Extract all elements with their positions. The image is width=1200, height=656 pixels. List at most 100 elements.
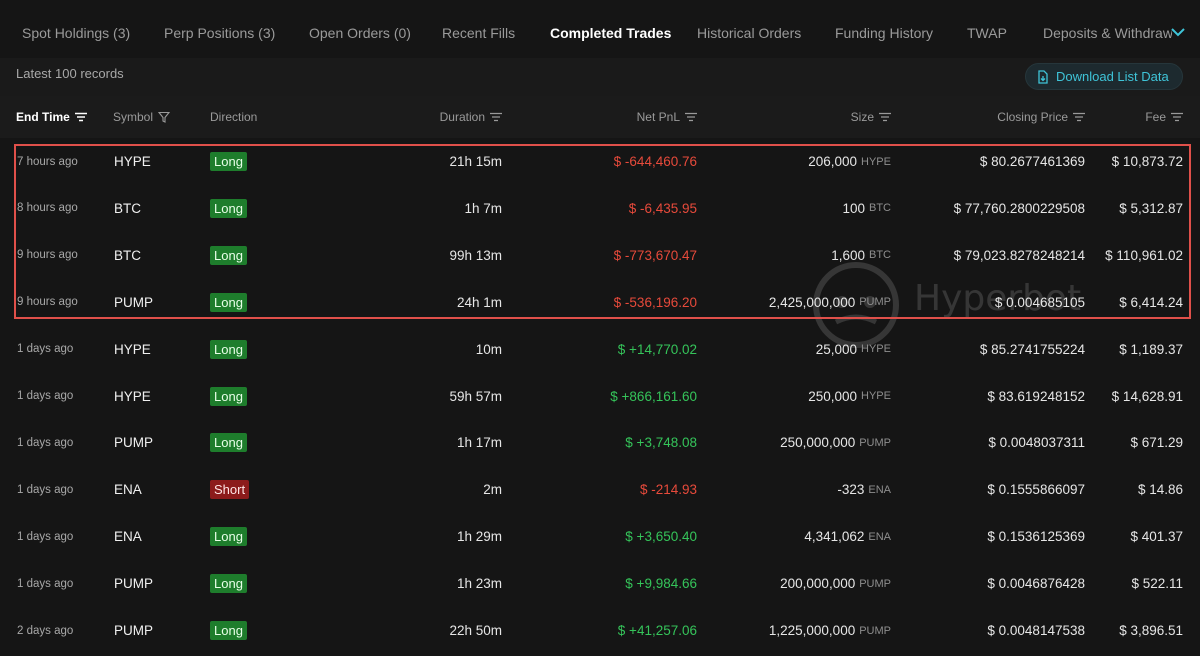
table-row[interactable]: 7 hours ago HYPE Long 21h 15m $ -644,460.76 2… — [0, 138, 1200, 185]
fee-cell: $ 522.11 — [1131, 576, 1183, 592]
tab-twap[interactable]: TWAP — [967, 25, 1007, 41]
column-symbol[interactable]: Symbol — [113, 110, 171, 124]
table-row[interactable]: 1 days ago HYPE Long 59h 57m $ +866,161.60 25… — [0, 373, 1200, 420]
table-row[interactable]: 1 days ago ENA Long 1h 29m $ +3,650.40 4,341,… — [0, 513, 1200, 560]
column-size-label: Size — [850, 110, 874, 124]
table-toolbar: Latest 100 records Download List Data — [0, 58, 1200, 96]
size-unit: PUMP — [859, 436, 891, 449]
fee-cell: $ 671.29 — [1130, 435, 1183, 451]
table-row[interactable]: 2 days ago PUMP Long 22h 50m $ +41,257.06 1,2… — [0, 607, 1200, 654]
download-list-label: Download List Data — [1056, 69, 1169, 84]
table-header: End Time Symbol Direction Duration Net P… — [0, 96, 1200, 138]
sort-icon — [74, 112, 87, 122]
end-time-cell: 7 hours ago — [17, 155, 78, 168]
download-list-button[interactable]: Download List Data — [1025, 63, 1183, 90]
tab-funding-history[interactable]: Funding History — [835, 25, 933, 41]
column-size[interactable]: Size — [851, 110, 891, 124]
end-time-cell: 1 days ago — [17, 530, 74, 543]
column-duration[interactable]: Duration — [440, 110, 502, 124]
symbol-cell[interactable]: PUMP — [114, 560, 153, 607]
symbol-cell[interactable]: PUMP — [114, 279, 153, 326]
direction-cell: Short — [210, 466, 250, 513]
column-end-time-label: End Time — [16, 110, 70, 124]
size-value: 1,225,000,000 — [768, 623, 856, 638]
records-count-label: Latest 100 records — [16, 66, 124, 81]
column-closing-price[interactable]: Closing Price — [997, 110, 1085, 124]
net-pnl-cell: $ +9,984.66 — [625, 576, 697, 592]
duration-cell: 1h 29m — [456, 529, 502, 545]
net-pnl-cell: $ -214.93 — [639, 482, 697, 498]
column-net-pnl[interactable]: Net PnL — [637, 110, 697, 124]
direction-cell: Long — [210, 607, 247, 654]
sort-icon — [879, 112, 891, 122]
net-pnl-cell: $ +866,161.60 — [610, 388, 697, 404]
size-unit: HYPE — [861, 390, 891, 402]
fee-cell: $ 14.86 — [1137, 482, 1183, 498]
closing-price-cell: $ 77,760.2800229508 — [953, 200, 1085, 216]
table-row[interactable]: 1 days ago HYPE Long 10m $ +14,770.02 25,000 H… — [0, 326, 1200, 373]
size-cell: 25,000 HYPE — [816, 326, 891, 373]
direction-cell: Long — [210, 419, 247, 466]
symbol-cell[interactable]: HYPE — [114, 138, 151, 185]
size-unit: ENA — [868, 483, 891, 496]
fee-cell: $ 3,896.51 — [1119, 623, 1183, 638]
size-value: 100 — [842, 200, 865, 216]
net-pnl-cell: $ -536,196.20 — [613, 294, 697, 310]
column-closing-price-label: Closing Price — [997, 110, 1068, 124]
symbol-cell[interactable]: HYPE — [114, 373, 151, 420]
table-row[interactable]: 9 hours ago PUMP Long 24h 1m $ -536,196.20 2,… — [0, 279, 1200, 326]
sort-icon — [490, 112, 502, 122]
duration-cell: 59h 57m — [449, 388, 502, 404]
size-cell: 250,000,000 PUMP — [780, 419, 891, 466]
fee-cell: $ 110,961.02 — [1105, 247, 1183, 263]
size-unit: ENA — [868, 530, 891, 543]
symbol-cell[interactable]: PUMP — [114, 607, 153, 654]
size-cell: 4,341,062 ENA — [804, 513, 891, 560]
symbol-cell[interactable]: BTC — [114, 232, 141, 279]
fee-cell: $ 14,628.91 — [1111, 388, 1183, 404]
duration-cell: 2m — [483, 482, 502, 498]
direction-cell: Long — [210, 560, 247, 607]
symbol-cell[interactable]: HYPE — [114, 326, 151, 373]
chevron-down-icon[interactable] — [1168, 22, 1188, 42]
tab-historical-orders[interactable]: Historical Orders — [697, 25, 801, 41]
closing-price-cell: $ 0.1555866097 — [987, 482, 1085, 498]
table-row[interactable]: 1 days ago PUMP Long 1h 23m $ +9,984.66 200,0… — [0, 560, 1200, 607]
table-row[interactable]: 8 hours ago BTC Long 1h 7m $ -6,435.95 100 BTC… — [0, 185, 1200, 232]
tab-bar: Spot Holdings (3) Perp Positions (3) Ope… — [0, 0, 1200, 64]
column-end-time[interactable]: End Time — [16, 110, 87, 124]
column-duration-label: Duration — [439, 110, 485, 124]
tab-perp-positions[interactable]: Perp Positions (3) — [164, 25, 275, 41]
tab-completed-trades[interactable]: Completed Trades — [550, 25, 671, 41]
direction-badge: Long — [210, 621, 247, 640]
direction-badge: Long — [210, 433, 247, 453]
direction-cell: Long — [210, 279, 247, 326]
direction-badge: Short — [210, 480, 250, 500]
table-row[interactable]: 1 days ago ENA Short 2m $ -214.93 -323 ENA $ 0.… — [0, 466, 1200, 513]
table-row[interactable]: 1 days ago PUMP Long 1h 17m $ +3,748.08 250,0… — [0, 419, 1200, 466]
size-value: 250,000 — [808, 388, 858, 404]
column-fee[interactable]: Fee — [1145, 110, 1183, 124]
tab-spot-holdings[interactable]: Spot Holdings (3) — [22, 25, 130, 41]
table-row[interactable]: 9 hours ago BTC Long 99h 13m $ -773,670.47 1,… — [0, 232, 1200, 279]
tab-open-orders[interactable]: Open Orders (0) — [309, 25, 411, 41]
tab-deposits-withdrawals[interactable]: Deposits & Withdraw — [1043, 25, 1172, 41]
size-cell: 1,225,000,000 PUMP — [769, 607, 891, 654]
size-unit: BTC — [869, 202, 891, 215]
symbol-cell[interactable]: ENA — [114, 466, 142, 513]
net-pnl-cell: $ +3,650.40 — [625, 529, 697, 545]
tab-recent-fills[interactable]: Recent Fills — [442, 25, 515, 41]
size-unit: HYPE — [861, 155, 891, 168]
symbol-cell[interactable]: BTC — [114, 185, 141, 232]
sort-icon — [1171, 112, 1183, 122]
size-value: 206,000 — [808, 154, 858, 169]
net-pnl-cell: $ +3,748.08 — [625, 435, 697, 451]
direction-badge: Long — [210, 152, 247, 171]
size-unit: HYPE — [861, 343, 891, 356]
direction-badge: Long — [210, 245, 247, 265]
direction-cell: Long — [210, 138, 247, 185]
symbol-cell[interactable]: ENA — [114, 513, 142, 560]
end-time-cell: 1 days ago — [17, 343, 74, 356]
size-cell: 100 BTC — [842, 185, 891, 232]
symbol-cell[interactable]: PUMP — [114, 419, 153, 466]
